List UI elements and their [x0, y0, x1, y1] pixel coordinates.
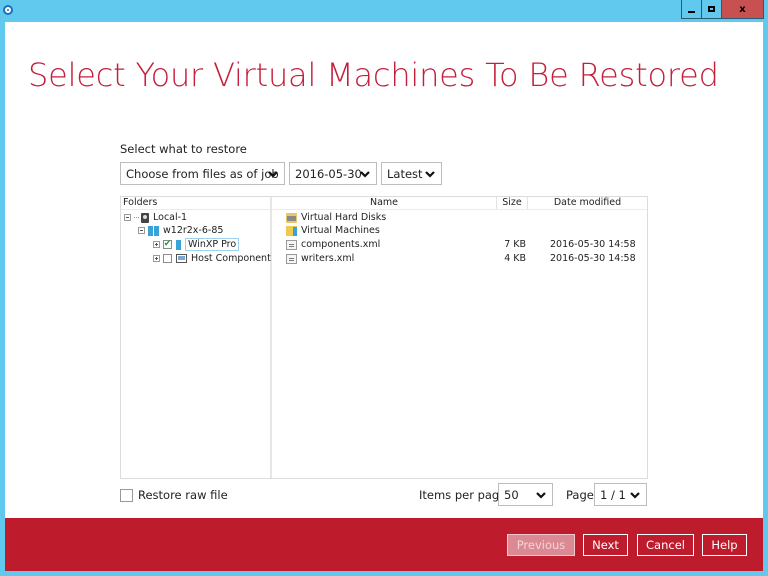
files-pane: Name Size Date modified Virtual Hard Dis…: [272, 197, 647, 478]
tree-connector: [134, 217, 139, 218]
folders-pane: Folders Local-1 w12r2x-6-85 WinXP Pro: [121, 197, 272, 478]
file-date: 2016-05-30 14:58: [550, 239, 636, 250]
chevron-down-icon: [630, 492, 640, 499]
tree-item-label: WinXP Pro: [185, 238, 240, 251]
restore-raw-file-label: Restore raw file: [138, 488, 228, 502]
items-per-page-label: Items per page: [419, 488, 507, 502]
cancel-button[interactable]: Cancel: [637, 534, 694, 556]
restore-mode-select[interactable]: Choose from files as of job: [120, 162, 285, 185]
column-date-modified[interactable]: Date modified: [528, 197, 647, 209]
tree-item-local[interactable]: Local-1: [124, 211, 187, 224]
browser-panel: Folders Local-1 w12r2x-6-85 WinXP Pro: [120, 196, 648, 479]
file-name-cell: Virtual Machines: [286, 225, 380, 236]
tree-item-label: Local-1: [153, 212, 188, 223]
title-bar: x: [0, 0, 768, 22]
chevron-down-icon: [360, 171, 370, 178]
items-per-page-value: 50: [504, 487, 519, 502]
previous-button[interactable]: Previous: [507, 534, 575, 556]
file-name: Virtual Hard Disks: [301, 212, 387, 223]
page-label: Page: [566, 488, 594, 502]
file-name: writers.xml: [301, 253, 355, 264]
file-row[interactable]: Virtual Hard Disks: [272, 211, 647, 224]
expand-icon[interactable]: [153, 255, 160, 262]
minimize-icon: [688, 10, 695, 13]
backup-version-value: Latest: [387, 166, 423, 181]
tree-item-server[interactable]: w12r2x-6-85: [138, 224, 223, 237]
file-name: components.xml: [301, 239, 381, 250]
collapse-icon[interactable]: [138, 227, 145, 234]
column-size[interactable]: Size: [497, 197, 528, 209]
vm-folder-icon: [286, 225, 297, 236]
winxp-checkbox[interactable]: [163, 240, 172, 249]
chevron-down-icon: [268, 171, 278, 178]
expand-icon[interactable]: [153, 241, 160, 248]
server-icon: [148, 225, 159, 236]
page-select[interactable]: 1 / 1: [594, 483, 647, 506]
files-header: Name Size Date modified: [272, 197, 647, 210]
chevron-down-icon: [425, 171, 435, 178]
tree-item-label: w12r2x-6-85: [163, 225, 224, 236]
file-name-cell: Virtual Hard Disks: [286, 212, 386, 223]
backup-date-select[interactable]: 2016-05-30: [289, 162, 377, 185]
page-title: Select Your Virtual Machines To Be Resto…: [28, 56, 719, 94]
file-name-cell: writers.xml: [286, 253, 354, 264]
host-component-checkbox[interactable]: [163, 254, 172, 263]
file-name: Virtual Machines: [301, 225, 380, 236]
hard-disk-folder-icon: [286, 212, 297, 223]
window-controls: x: [681, 0, 764, 20]
file-date: 2016-05-30 14:58: [550, 253, 636, 264]
vm-icon: [176, 239, 181, 250]
maximize-icon: [708, 6, 715, 12]
file-size: 4 KB: [504, 253, 526, 264]
tree-item-host-component[interactable]: Host Component: [153, 252, 271, 265]
file-size: 7 KB: [504, 239, 526, 250]
items-per-page-select[interactable]: 50: [498, 483, 553, 506]
xml-file-icon: [286, 239, 297, 250]
host-component-icon: [176, 254, 187, 263]
backup-date-value: 2016-05-30: [295, 166, 362, 181]
close-icon: x: [739, 3, 746, 15]
content-area: Select Your Virtual Machines To Be Resto…: [5, 22, 763, 518]
tree-item-label: Host Component: [191, 253, 271, 264]
backup-version-select[interactable]: Latest: [381, 162, 442, 185]
restore-mode-value: Choose from files as of job: [126, 166, 279, 181]
file-row[interactable]: components.xml 7 KB 2016-05-30 14:58: [272, 238, 647, 251]
collapse-icon[interactable]: [124, 214, 131, 221]
chevron-down-icon: [536, 492, 546, 499]
close-button[interactable]: x: [722, 0, 764, 19]
help-button[interactable]: Help: [702, 534, 747, 556]
footer-bar: Previous Next Cancel Help: [5, 518, 763, 571]
folders-header: Folders: [121, 197, 270, 210]
xml-file-icon: [286, 253, 297, 264]
restore-raw-file-checkbox[interactable]: [120, 488, 133, 502]
file-row[interactable]: writers.xml 4 KB 2016-05-30 14:58: [272, 252, 647, 265]
minimize-button[interactable]: [681, 0, 702, 19]
tree-item-winxp[interactable]: WinXP Pro: [153, 238, 240, 251]
app-icon: [3, 5, 13, 15]
maximize-button[interactable]: [702, 0, 722, 19]
column-name[interactable]: Name: [272, 197, 497, 209]
page-value: 1 / 1: [600, 487, 626, 502]
file-row[interactable]: Virtual Machines: [272, 224, 647, 237]
file-name-cell: components.xml: [286, 239, 380, 250]
restore-label: Select what to restore: [120, 142, 247, 156]
restore-raw-file-option[interactable]: Restore raw file: [120, 488, 228, 502]
local-drive-icon: [141, 212, 149, 223]
next-button[interactable]: Next: [583, 534, 628, 556]
